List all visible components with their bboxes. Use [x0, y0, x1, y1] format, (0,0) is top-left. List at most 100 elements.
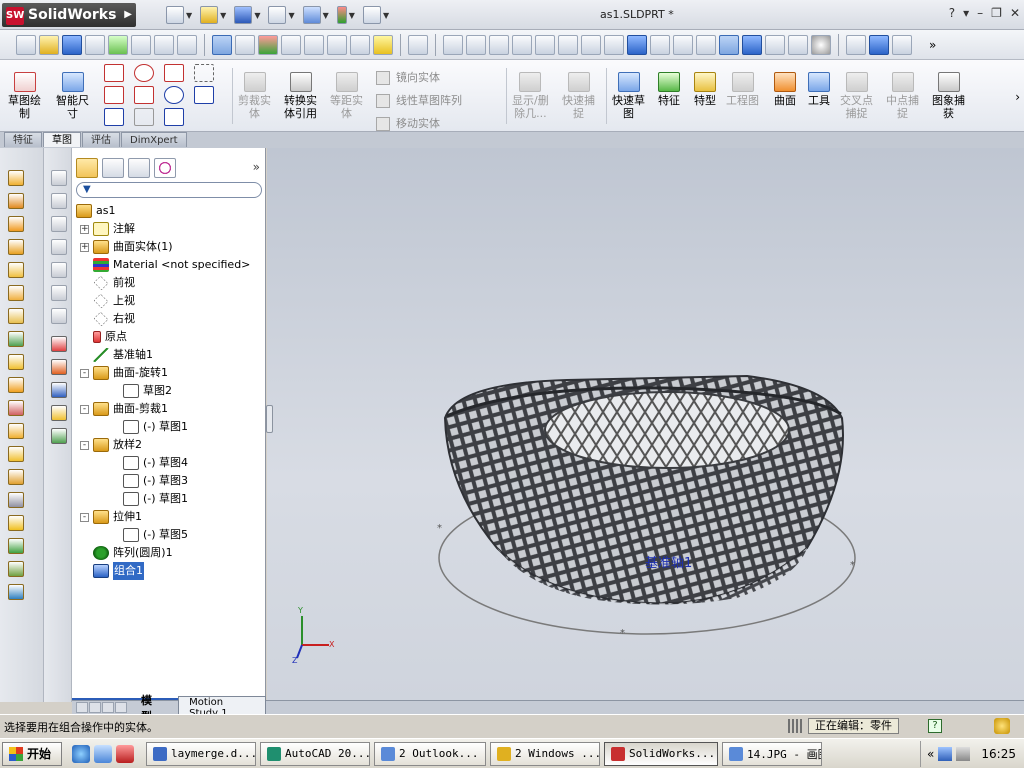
sketch-tool-icon[interactable] — [51, 359, 67, 375]
feature-manager-tab-icon[interactable] — [76, 158, 98, 178]
edit-appearance-icon[interactable] — [108, 34, 128, 55]
feature-tool-icon[interactable] — [8, 515, 24, 531]
feature-tool-icon[interactable] — [8, 561, 24, 577]
quick-snaps-button[interactable]: 快速捕捉 — [562, 72, 595, 120]
feature-tool-icon[interactable] — [8, 423, 24, 439]
show-hide-relations-button[interactable]: 显示/删 除几... — [512, 72, 549, 120]
select-icon[interactable] — [212, 34, 232, 55]
scroll-last-icon[interactable] — [115, 702, 127, 713]
spline-icon[interactable] — [164, 64, 184, 82]
feature-tool-icon[interactable] — [8, 584, 24, 600]
sketch-tool-icon[interactable] — [51, 382, 67, 398]
collapse-icon[interactable]: - — [80, 404, 89, 414]
feature-tool-icon[interactable] — [8, 239, 24, 255]
explorer-icon[interactable] — [94, 744, 113, 763]
taskbar-item[interactable]: 14.JPG - 画图 — [722, 741, 823, 766]
feature-tool-icon[interactable] — [8, 216, 24, 232]
tips-icon[interactable] — [994, 718, 1010, 734]
network-icon[interactable] — [938, 747, 953, 761]
undo-dropdown-icon[interactable]: ▼ — [323, 11, 329, 20]
text-icon[interactable] — [194, 86, 214, 104]
view-tool-icon[interactable] — [51, 193, 67, 209]
options-dropdown-icon[interactable]: ▼ — [383, 11, 389, 20]
surfaces-button[interactable]: 曲面 — [774, 72, 796, 107]
help-button[interactable]: ? — [949, 6, 955, 20]
shaded-icon[interactable] — [742, 34, 762, 55]
grid-snap-icon[interactable] — [194, 64, 214, 82]
image-capture-button[interactable]: 图象捕获 — [932, 72, 965, 120]
feature-tool-icon[interactable] — [8, 170, 24, 186]
help-dropdown-icon[interactable]: ▾ — [963, 6, 969, 20]
feature-tool-icon[interactable] — [8, 331, 24, 347]
smart-dimension-button[interactable]: 智能尺寸 — [56, 72, 89, 120]
rectangle-icon[interactable] — [104, 86, 124, 104]
solidworks-menu-button[interactable]: SW SolidWorks ▶ — [2, 3, 136, 27]
expand-icon[interactable]: + — [80, 224, 89, 234]
view-orientation-icon[interactable] — [627, 34, 647, 55]
panel-splitter-handle[interactable] — [266, 405, 273, 433]
drawing-button[interactable]: 工程图 — [726, 72, 759, 107]
close-icon[interactable]: ✕ — [1010, 6, 1020, 20]
view-tool-icon[interactable] — [51, 170, 67, 186]
graphics-viewport[interactable]: * * * 基准轴1 Y X Z — [267, 148, 1024, 700]
new-icon[interactable] — [16, 34, 36, 55]
tree-item[interactable]: 阵列(圆周)1 — [80, 544, 173, 562]
feature-tool-icon[interactable] — [8, 354, 24, 370]
grid-icon[interactable] — [281, 34, 301, 55]
convert-entities-button[interactable]: 转换实 体引用 — [284, 72, 317, 120]
more-tools-chevron-icon[interactable]: » — [929, 38, 936, 52]
tab-sketch[interactable]: 草图 — [43, 132, 81, 147]
tree-item[interactable]: 基准轴1 — [80, 346, 153, 364]
tab-dimxpert[interactable]: DimXpert — [121, 132, 187, 147]
collapse-icon[interactable]: - — [80, 440, 89, 450]
sketch-tool-icon[interactable] — [51, 336, 67, 352]
rebuild-dropdown-icon[interactable]: ▼ — [349, 11, 355, 20]
restore-icon[interactable]: ❐ — [991, 6, 1002, 20]
tree-item[interactable]: 右视 — [80, 310, 135, 328]
taskbar-item[interactable]: AutoCAD 20... — [260, 741, 371, 766]
shadows-icon[interactable] — [765, 34, 785, 55]
tree-item[interactable]: (-) 草图1 — [110, 418, 188, 436]
hidden-lines-removed-icon[interactable] — [696, 34, 716, 55]
properties-icon[interactable] — [350, 34, 370, 55]
rapid-sketch-button[interactable]: 快速草图 — [612, 72, 645, 120]
isometric-view-icon[interactable] — [869, 34, 889, 55]
zoom-area-icon[interactable] — [466, 34, 486, 55]
tab-evaluate[interactable]: 评估 — [82, 132, 120, 147]
hidden-lines-visible-icon[interactable] — [673, 34, 693, 55]
polygon-icon[interactable] — [104, 108, 124, 126]
open-icon[interactable] — [39, 34, 59, 55]
view-tool-icon[interactable] — [51, 262, 67, 278]
tree-filter-input[interactable]: ▼ — [76, 182, 262, 198]
tray-expand-icon[interactable]: « — [927, 747, 934, 761]
feature-tool-icon[interactable] — [8, 492, 24, 508]
print-icon[interactable] — [268, 6, 287, 24]
sketch-button[interactable]: 草图绘制 — [8, 72, 41, 120]
tree-item[interactable]: (-) 草图5 — [110, 526, 188, 544]
new-dropdown-icon[interactable]: ▼ — [186, 11, 192, 20]
scroll-next-icon[interactable] — [102, 702, 114, 713]
undo-icon[interactable] — [302, 6, 321, 24]
view-tool-icon[interactable] — [51, 216, 67, 232]
tree-item[interactable]: - 放样2 — [80, 436, 142, 454]
rebuild-icon[interactable] — [336, 6, 347, 24]
tree-item[interactable]: 组合1 — [80, 562, 144, 580]
print-dropdown-icon[interactable]: ▼ — [288, 11, 294, 20]
taskbar-item[interactable]: SolidWorks... — [604, 741, 719, 766]
feature-tool-icon[interactable] — [8, 446, 24, 462]
ellipse-icon[interactable] — [164, 86, 184, 104]
collapse-icon[interactable]: - — [80, 368, 89, 378]
feature-tool-icon[interactable] — [8, 262, 24, 278]
view-tool-icon[interactable] — [51, 308, 67, 324]
save-dropdown-icon[interactable]: ▼ — [254, 11, 260, 20]
view-tool-icon[interactable] — [51, 285, 67, 301]
expand-icon[interactable]: + — [80, 242, 89, 252]
rebuild-icon[interactable] — [258, 34, 278, 55]
taskbar-item[interactable]: 2 Windows ... — [490, 741, 601, 766]
more-tabs-chevron-icon[interactable]: » — [253, 160, 260, 174]
macro-icon[interactable] — [327, 34, 347, 55]
options-icon[interactable] — [304, 34, 324, 55]
minimize-icon[interactable]: – — [977, 6, 983, 20]
axis-label[interactable]: 基准轴1 — [645, 552, 692, 571]
redo-icon[interactable] — [177, 34, 197, 55]
